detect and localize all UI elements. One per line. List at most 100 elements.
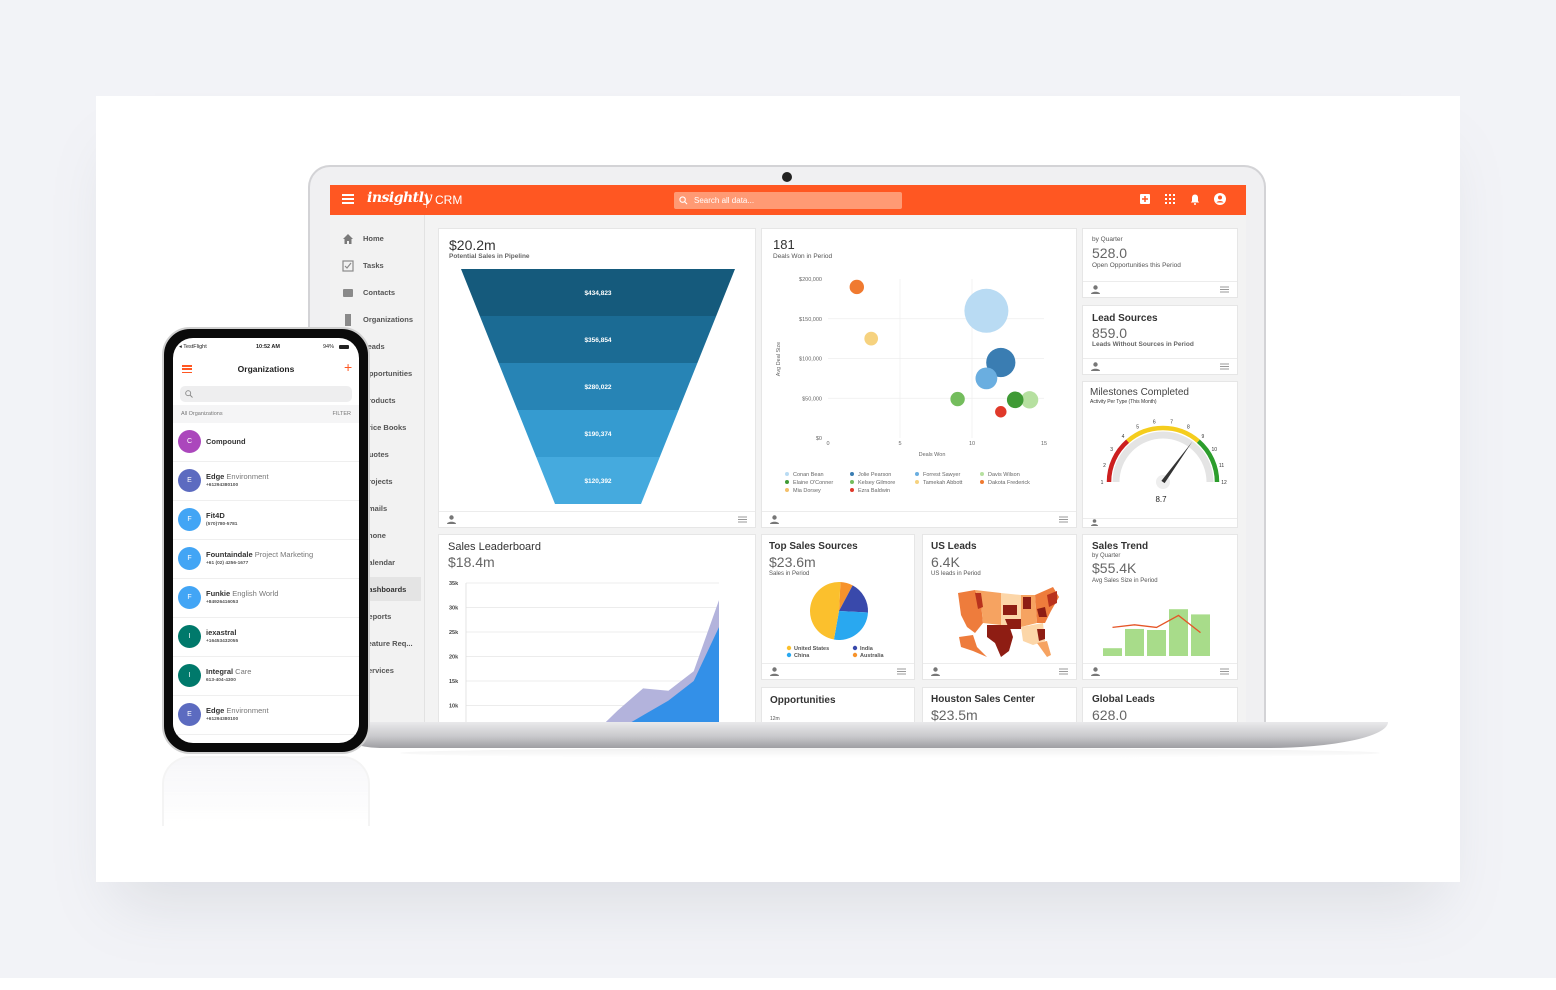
sales-leaderboard-card[interactable]: Sales Leaderboard $18.4m 10k 15k 20k 25k 30k… [438, 534, 756, 722]
card-footer [923, 663, 1076, 679]
top-bar: insightly CRM [330, 185, 1246, 215]
global-search[interactable] [674, 192, 902, 209]
list-view-icon[interactable] [1220, 363, 1229, 370]
owner-icon[interactable] [931, 667, 940, 676]
global-leads-value: 628.0 [1092, 707, 1128, 722]
houston-title: Houston Sales Center [931, 694, 1035, 705]
bubble-chart: $0 $50,000 $100,000 $150,000 $200,000 0 5 10 15 D… [776, 277, 1047, 494]
phone-reflection [162, 756, 370, 826]
list-view-icon[interactable] [738, 516, 747, 523]
organization-list-item[interactable]: E Edge Environment +61294380100 [173, 462, 359, 501]
crm-screen: insightly CRM Home Tasks Contacts Organizat… [330, 185, 1246, 722]
owner-icon[interactable] [1091, 285, 1100, 294]
apps-grid-icon[interactable] [1164, 193, 1176, 205]
lead-sources-value: 859.0 [1092, 325, 1128, 341]
organization-list-item[interactable]: E Edge Environment +61294380100 [173, 696, 359, 735]
sidebar-item-contacts[interactable]: Contacts [330, 280, 425, 304]
y-tick-label: 20k [449, 655, 459, 661]
organization-list-item[interactable]: F Fit4D (570)780-5781 [173, 501, 359, 540]
y-tick-label: $100,000 [799, 357, 822, 363]
y-tick-label: 15k [449, 679, 459, 685]
y-tick-label: $150,000 [799, 317, 822, 323]
lead-sources-subtitle: Leads Without Sources in Period [1092, 341, 1194, 348]
organization-phone: 613-404-4300 [206, 678, 236, 683]
global-leads-card[interactable]: Global Leads 628.0 [1082, 687, 1238, 722]
owner-icon[interactable] [447, 515, 456, 524]
legend-marker [915, 472, 919, 476]
y-tick-label: 25k [449, 630, 459, 636]
organization-list-item[interactable]: Iiexastral +16453432055 [173, 618, 359, 657]
owner-icon[interactable] [1091, 519, 1098, 526]
page-bottom-strip [0, 978, 1556, 990]
organization-phone: +84926416053 [206, 600, 239, 605]
list-view-icon[interactable] [1059, 516, 1068, 523]
owner-icon[interactable] [1091, 362, 1100, 371]
organization-name: Edge Environment [206, 472, 269, 481]
bell-icon[interactable] [1189, 193, 1201, 205]
list-view-icon[interactable] [897, 668, 906, 675]
sales-trend-card[interactable]: Sales Trend by Quarter $55.4K Avg Sales … [1082, 534, 1238, 680]
legend-marker [850, 488, 854, 492]
organization-phone: +61 (02) 4256-1677 [206, 561, 249, 566]
bubble-point [950, 391, 965, 407]
add-icon[interactable] [1139, 193, 1151, 205]
card-footer [1083, 518, 1237, 527]
organization-list-item[interactable]: I Integral Care 613-404-4300 [173, 657, 359, 696]
houston-value: $23.5m [931, 707, 978, 722]
sidebar-item-home[interactable]: Home [330, 226, 425, 250]
legend-marker [915, 480, 919, 484]
user-account-icon[interactable] [1214, 193, 1226, 205]
global-leads-title: Global Leads [1092, 694, 1155, 705]
legend-label: Davis Wilson [988, 472, 1020, 478]
list-view-icon[interactable] [1220, 286, 1229, 293]
menu-icon[interactable] [342, 194, 354, 204]
organization-name: Edge Environment [206, 706, 269, 715]
owner-icon[interactable] [770, 515, 779, 524]
add-organization-icon[interactable]: + [344, 359, 352, 375]
area-series [631, 627, 719, 722]
pie-slice [833, 611, 868, 640]
legend-marker [785, 480, 789, 484]
gauge-tick-label: 1 [1101, 480, 1104, 486]
organization-list-item[interactable]: F Fountaindale Project Marketing +61 (02) … [173, 540, 359, 579]
opportunities-axis-tick: 12m [770, 716, 780, 722]
list-view-icon[interactable] [1059, 668, 1068, 675]
laptop-shadow [400, 748, 1380, 758]
us-leads-value: 6.4K [931, 554, 960, 570]
owner-icon[interactable] [770, 667, 779, 676]
search-input[interactable] [694, 196, 894, 205]
gauge-tick-label: 7 [1170, 420, 1173, 426]
top-sales-sources-card[interactable]: Top Sales Sources $23.6m Sales in Period… [761, 534, 915, 680]
gauge-tick-label: 4 [1122, 434, 1125, 440]
owner-icon[interactable] [1091, 667, 1100, 676]
organization-list-item[interactable]: C Compound [173, 423, 359, 462]
gauge-needle [1161, 441, 1193, 484]
open-opportunities-card[interactable]: by Quarter 528.0 Open Opportunities this… [1082, 228, 1238, 298]
bubble-point [864, 331, 879, 346]
card-footer [762, 511, 1076, 527]
logo-divider [426, 193, 427, 208]
organization-list-item[interactable]: F Funkie English World +84926416053 [173, 579, 359, 618]
product-name[interactable]: CRM [435, 193, 462, 207]
milestones-card[interactable]: Milestones Completed Activity Per Type (… [1082, 381, 1238, 528]
phone-search-input[interactable] [180, 386, 352, 402]
opportunities-card[interactable]: Opportunities 12m [761, 687, 915, 722]
us-leads-card[interactable]: US Leads 6.4K US leads in Period [922, 534, 1077, 680]
bubble-point [1006, 391, 1024, 409]
sidebar-item-tasks[interactable]: Tasks [330, 253, 425, 277]
pipeline-card[interactable]: $20.2m Potential Sales in Pipeline $434,… [438, 228, 756, 528]
bubble-point [975, 367, 998, 390]
legend-marker [852, 645, 858, 651]
bubble-point [849, 279, 864, 295]
map-texas [987, 625, 1013, 657]
open-opps-title: by Quarter [1092, 236, 1123, 243]
lead-sources-card[interactable]: Lead Sources 859.0 Leads Without Sources… [1082, 305, 1238, 375]
phone-screen: ◂ TestFlight 10:52 AM 94% Organizations … [173, 338, 359, 743]
app-logo[interactable]: insightly [367, 190, 432, 206]
list-view-icon[interactable] [1220, 668, 1229, 675]
filter-button[interactable]: FILTER [332, 411, 351, 417]
legend-label: Tamekah Abbott [923, 480, 963, 486]
legend-label: Australia [860, 653, 884, 659]
houston-sales-card[interactable]: Houston Sales Center $23.5m [922, 687, 1077, 722]
deals-won-card[interactable]: 181 Deals Won in Period $0 $50,000 $100,00… [761, 228, 1077, 528]
